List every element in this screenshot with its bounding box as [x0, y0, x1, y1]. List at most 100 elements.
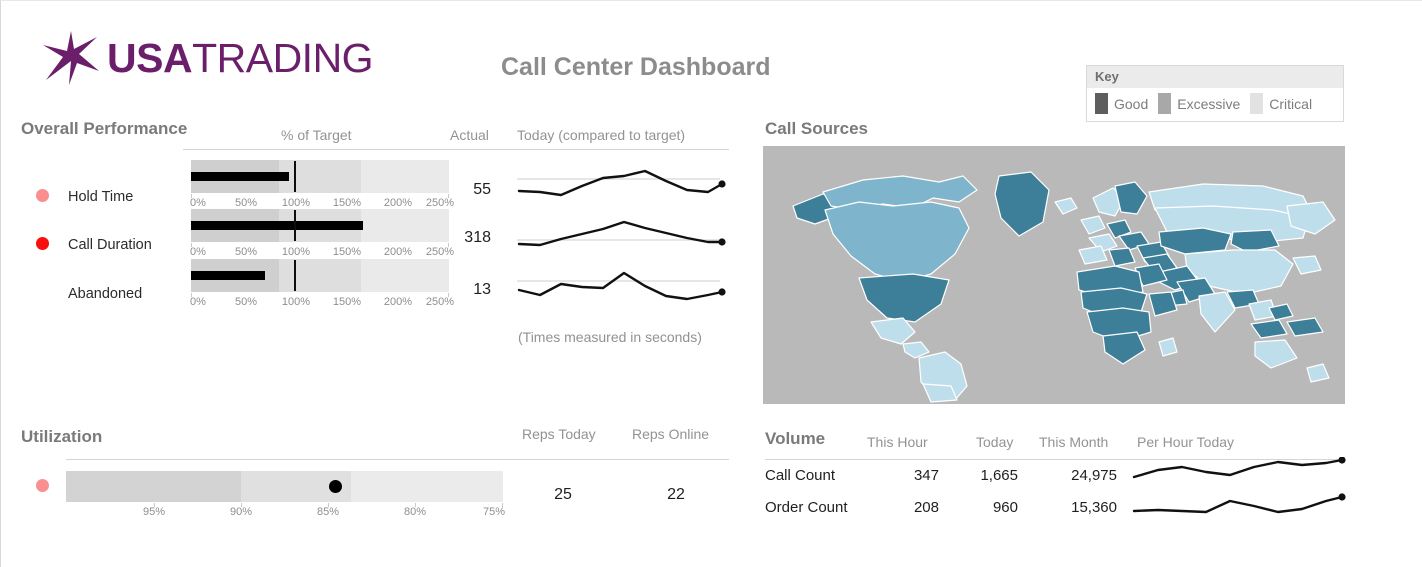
bullet-band-critical: [361, 160, 449, 193]
bullet-band-excessive: [278, 259, 362, 292]
map-region-iberia: [1078, 245, 1108, 265]
key-legend-items: Good Excessive Critical: [1087, 88, 1343, 121]
key-item-good: Good: [1095, 93, 1156, 114]
axis-tick-label: 250%: [425, 246, 455, 258]
volume-cell-call-count-this-hour: 347: [913, 467, 939, 484]
row-label-abandoned: Abandoned: [68, 286, 143, 302]
key-item-critical: Critical: [1250, 93, 1320, 114]
bullet-target-marker: [294, 260, 296, 291]
overall-performance-divider: [183, 149, 729, 150]
metric-value-reps-today: 25: [554, 486, 572, 503]
map-region-madagascar: [1158, 337, 1178, 357]
brand-logo: USATRADING: [41, 29, 374, 87]
axis-tick-label: 90%: [229, 506, 253, 518]
row-label-hold-time: Hold Time: [68, 189, 134, 205]
axis-tick-label: 95%: [142, 506, 166, 518]
bullet-target-marker: [294, 161, 296, 192]
bullet-band-critical: [361, 259, 449, 292]
row-label-call-duration: Call Duration: [68, 237, 152, 253]
bullet-measure-bar: [191, 221, 363, 230]
key-swatch-good: [1095, 93, 1108, 114]
volume-row-label-order-count: Order Count: [765, 499, 848, 516]
key-label-critical: Critical: [1269, 95, 1313, 112]
dashboard-root: USATRADING Call Center Dashboard Key Goo…: [0, 0, 1422, 567]
axis-tick-label: 85%: [316, 506, 340, 518]
actual-value-abandoned: 13: [473, 281, 491, 298]
world-choropleth-svg: [763, 146, 1345, 404]
bullet-measure-bar: [191, 172, 289, 181]
sparkline-abandoned: [517, 271, 726, 301]
key-legend-title: Key: [1087, 66, 1343, 88]
axis-tick-label: 200%: [383, 246, 413, 258]
volume-cell-order-count-this-month: 15,360: [1071, 499, 1117, 516]
volume-cell-call-count-today: 1,665: [980, 467, 1018, 484]
axis-tick-label: 200%: [383, 197, 413, 209]
column-header-reps-online: Reps Online: [632, 426, 710, 442]
column-header-today: Today (compared to target): [517, 127, 686, 143]
key-label-good: Good: [1114, 95, 1149, 112]
bullet-chart-hold-time: [191, 160, 449, 193]
key-label-excessive: Excessive: [1177, 95, 1241, 112]
brand-wordmark-trading: TRADING: [192, 34, 374, 81]
column-header-reps-today: Reps Today: [522, 426, 596, 442]
column-header-this-month: This Month: [1039, 434, 1109, 450]
actual-value-hold-time: 55: [473, 181, 491, 198]
axis-tick-label: 80%: [403, 506, 427, 518]
sparkline-order-count: [1132, 493, 1346, 514]
key-swatch-excessive: [1158, 93, 1172, 114]
bullet-target-marker: [294, 210, 296, 241]
actual-value-call-duration: 318: [464, 229, 491, 246]
axis-tick-label: 100%: [281, 296, 311, 308]
column-header-actual: Actual: [450, 127, 489, 143]
utilization-current-marker: [329, 480, 342, 493]
axis-tick-label: 100%: [281, 246, 311, 258]
volume-cell-call-count-this-month: 24,975: [1071, 467, 1117, 484]
utilization-divider: [66, 459, 729, 460]
column-header-this-hour: This Hour: [867, 434, 928, 450]
volume-cell-order-count-today: 960: [992, 499, 1018, 516]
utilization-band-critical: [351, 471, 503, 502]
axis-tick-label: 150%: [332, 246, 362, 258]
bullet-chart-call-duration: [191, 209, 449, 242]
column-header-today-volume: Today: [976, 434, 1014, 450]
axis-tick-label: 100%: [281, 197, 311, 209]
section-title-overall-performance: Overall Performance: [21, 119, 188, 138]
axis-tick-label: 0%: [190, 246, 206, 258]
axis-tick-label: 150%: [332, 197, 362, 209]
section-title-call-sources: Call Sources: [765, 119, 868, 138]
metric-value-reps-online: 22: [667, 486, 685, 503]
axis-tick-label: 75%: [482, 506, 506, 518]
status-dot-utilization: [36, 479, 49, 492]
bullet-measure-bar: [191, 271, 265, 280]
axis-tick-label: 0%: [190, 296, 206, 308]
brand-wordmark: USATRADING: [107, 34, 374, 81]
utilization-axis: 95% 90% 85% 80% 75%: [66, 503, 506, 521]
axis-tick-label: 50%: [234, 246, 258, 258]
axis-tick-label: 50%: [234, 296, 258, 308]
volume-row-label-call-count: Call Count: [765, 467, 836, 484]
section-title-utilization: Utilization: [21, 427, 103, 446]
column-header-per-hour-today: Per Hour Today: [1137, 434, 1235, 450]
bullet-band-critical: [361, 209, 449, 242]
brand-wordmark-usa: USA: [107, 34, 193, 81]
utilization-bullet-chart: [66, 471, 503, 502]
times-footnote: (Times measured in seconds): [518, 329, 702, 345]
bullet-chart-abandoned: [191, 259, 449, 292]
sparkline-hold-time: [517, 169, 726, 197]
utilization-band-good: [66, 471, 241, 502]
key-legend: Key Good Excessive Critical: [1086, 65, 1344, 122]
axis-tick-label: 0%: [190, 197, 206, 209]
key-item-excessive: Excessive: [1158, 93, 1248, 114]
volume-cell-order-count-this-hour: 208: [913, 499, 939, 516]
section-title-volume: Volume: [765, 429, 826, 448]
status-dot-call-duration: [36, 237, 49, 250]
axis-tick-label: 150%: [332, 296, 362, 308]
status-dot-hold-time: [36, 189, 49, 202]
call-sources-map[interactable]: [763, 146, 1345, 404]
axis-tick-label: 200%: [383, 296, 413, 308]
bullet-band-excessive: [278, 160, 362, 193]
sparkline-call-duration: [517, 220, 726, 247]
axis-tick-label: 50%: [234, 197, 258, 209]
column-header-pct-of-target: % of Target: [281, 127, 352, 143]
bullet-axis-abandoned: 0% 50% 100% 150% 200% 250%: [190, 293, 454, 311]
